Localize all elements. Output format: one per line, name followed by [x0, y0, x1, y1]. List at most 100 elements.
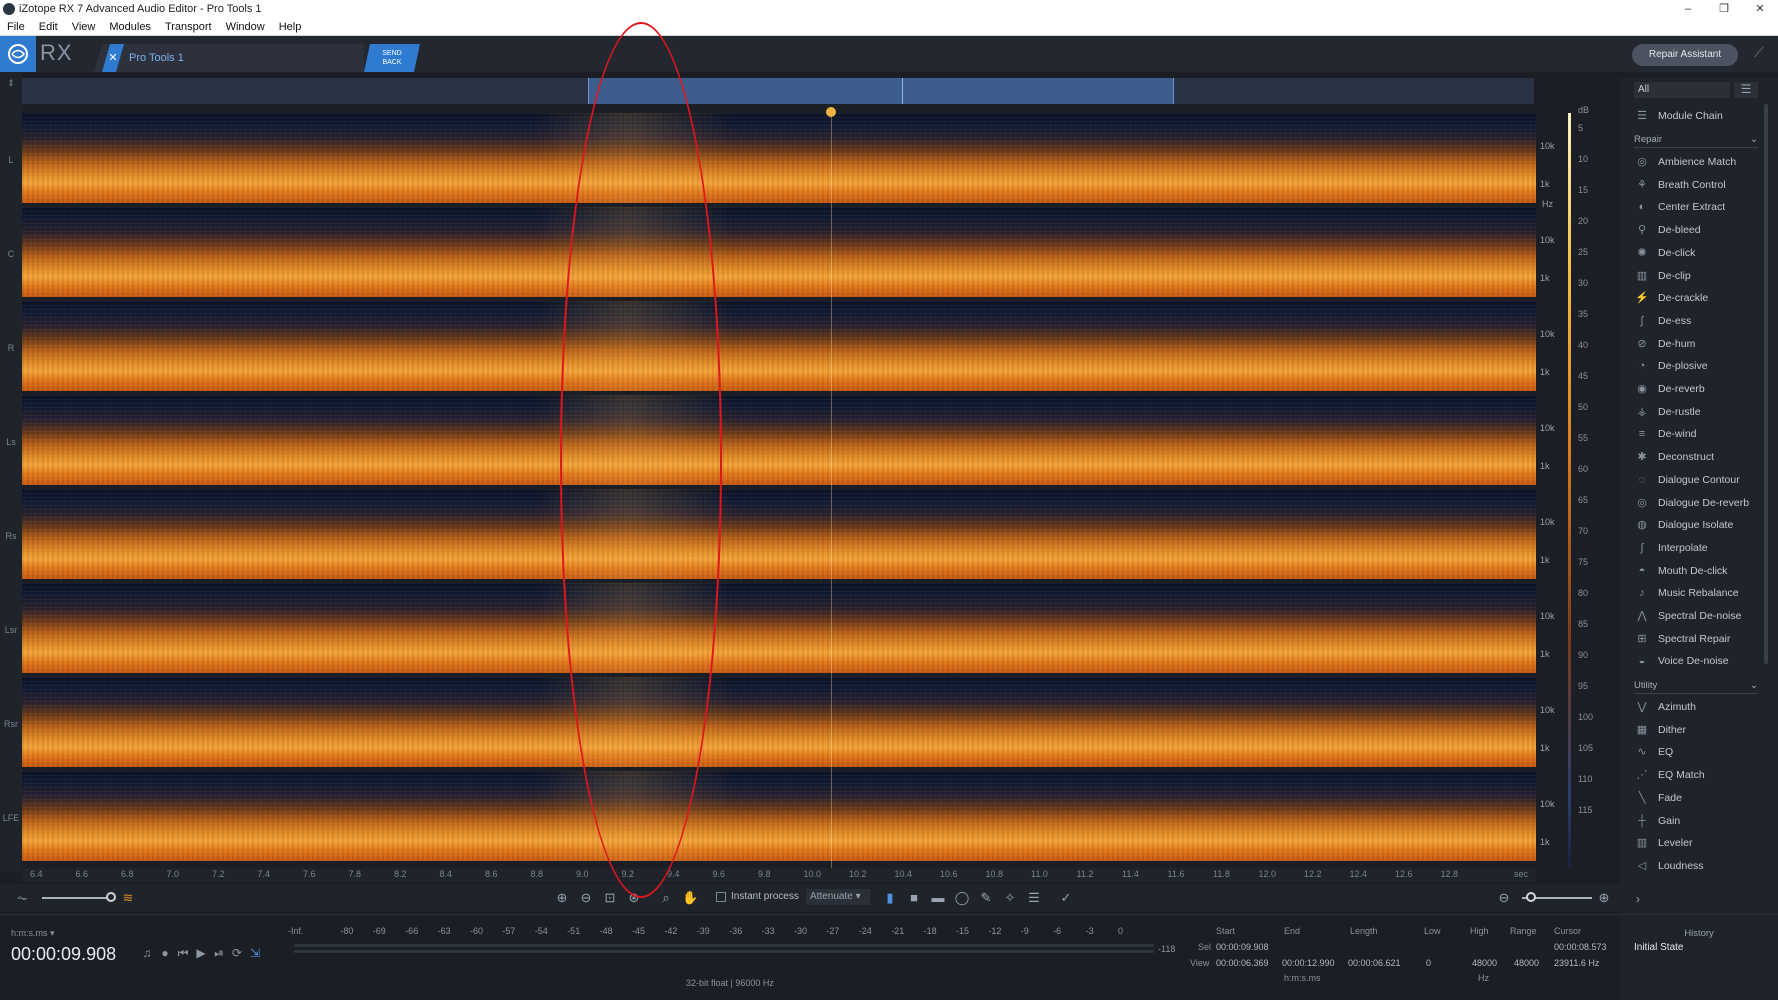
repair-section-header[interactable]: Repair ⌄: [1634, 134, 1758, 148]
time-format-select[interactable]: h:m:s.ms ▾: [11, 928, 55, 939]
channel-label[interactable]: Rs: [0, 531, 22, 541]
menu-edit[interactable]: Edit: [32, 21, 65, 33]
document-tab[interactable]: ✕ Pro Tools 1: [94, 44, 364, 72]
module-de-ess[interactable]: ʃ De-ess: [1634, 311, 1762, 331]
harmonic-tool-icon[interactable]: ☰: [1026, 890, 1042, 906]
time-ruler[interactable]: 6.4 6.6 6.8 7.0 7.2 7.4 7.6 7.8 8.2 8.4 8.6 8.8 9.0 9…: [22, 868, 1536, 882]
module-gain[interactable]: ┼ Gain: [1634, 811, 1762, 831]
rect-selection-tool-icon[interactable]: ■: [906, 890, 922, 906]
module-mouth-de-click[interactable]: ◓ Mouth De-click: [1634, 561, 1762, 581]
module-list-menu-icon[interactable]: ☰: [1734, 82, 1758, 98]
spectrogram-toggle-icon[interactable]: ≋: [120, 890, 136, 906]
channel-band-ls[interactable]: [22, 395, 1536, 485]
module-spectral-repair[interactable]: ⊞ Spectral Repair: [1634, 629, 1762, 649]
amplitude-zoom-knob[interactable]: [106, 892, 116, 902]
repair-assistant-button[interactable]: Repair Assistant: [1632, 44, 1738, 66]
module-loudness[interactable]: ◁ Loudness: [1634, 856, 1762, 876]
channel-label[interactable]: R: [0, 343, 22, 353]
menu-window[interactable]: Window: [219, 21, 272, 33]
module-voice-de-noise[interactable]: ◒ Voice De-noise: [1634, 651, 1762, 671]
record-button[interactable]: ●: [156, 946, 174, 961]
amplitude-zoom-slider[interactable]: [42, 897, 114, 899]
play-selection-button[interactable]: ⏯: [210, 946, 228, 961]
close-button[interactable]: ✕: [1742, 0, 1778, 18]
module-eq[interactable]: ∿ EQ: [1634, 742, 1762, 762]
module-de-click[interactable]: ✺ De-click: [1634, 243, 1762, 263]
maximize-button[interactable]: ❐: [1706, 0, 1742, 18]
channel-label[interactable]: L: [0, 155, 22, 165]
sel-start-field[interactable]: 00:00:09.908: [1216, 942, 1269, 952]
waveform-toggle-icon[interactable]: ⏦: [14, 890, 30, 906]
menu-view[interactable]: View: [65, 21, 103, 33]
module-spectral-de-noise[interactable]: ⋀ Spectral De-noise: [1634, 606, 1762, 626]
module-interpolate[interactable]: ʃ Interpolate: [1634, 538, 1762, 558]
brush-tool-icon[interactable]: ✎: [978, 890, 994, 906]
send-back-button[interactable]: SEND BACK: [364, 44, 420, 72]
time-zoom-out-icon[interactable]: ⊖: [1496, 890, 1512, 906]
link-icon[interactable]: ⟋: [1748, 44, 1770, 66]
channel-band-rsr[interactable]: [22, 677, 1536, 767]
follow-playhead-button[interactable]: ⇲: [246, 946, 264, 961]
module-de-reverb[interactable]: ◉ De-reverb: [1634, 379, 1762, 399]
utility-section-header[interactable]: Utility ⌄: [1634, 680, 1758, 694]
channel-label[interactable]: Lsr: [0, 625, 22, 635]
spectrogram-view[interactable]: 10k 1k 10k 1k 10k 1k 10k 1k 10k 1k 10k 1k 10k 1k 10k 1k…: [22, 113, 1555, 868]
zoom-tool-icon[interactable]: ⌕: [658, 890, 674, 906]
history-item[interactable]: Initial State: [1634, 942, 1683, 953]
collapse-icon[interactable]: ⇕: [0, 78, 22, 89]
instant-process-toggle[interactable]: Instant process: [716, 891, 799, 902]
menu-transport[interactable]: Transport: [158, 21, 219, 33]
module-dither[interactable]: ▦ Dither: [1634, 720, 1762, 740]
module-deconstruct[interactable]: ✱ Deconstruct: [1634, 447, 1762, 467]
module-filter-select[interactable]: All: [1634, 82, 1730, 98]
module-azimuth[interactable]: ⋁ Azimuth: [1634, 697, 1762, 717]
module-music-rebalance[interactable]: ♪ Music Rebalance: [1634, 583, 1762, 603]
channel-label[interactable]: LFE: [0, 813, 22, 823]
view-low-field[interactable]: 0: [1426, 958, 1431, 968]
module-leveler[interactable]: ▥ Leveler: [1634, 833, 1762, 853]
freq-selection-tool-icon[interactable]: ▬: [930, 890, 946, 906]
close-tab-icon[interactable]: ✕: [102, 44, 124, 72]
rewind-button[interactable]: ⏮: [174, 946, 192, 961]
module-ambience-match[interactable]: ◎ Ambience Match: [1634, 152, 1762, 172]
view-range-field[interactable]: 48000: [1514, 958, 1539, 968]
play-button[interactable]: ▶: [192, 946, 210, 961]
time-zoom-knob[interactable]: [1526, 892, 1536, 902]
module-de-hum[interactable]: ⊘ De-hum: [1634, 334, 1762, 354]
module-dialogue-contour[interactable]: ◌ Dialogue Contour: [1634, 470, 1762, 490]
pencil-tool-icon[interactable]: ✓: [1058, 890, 1074, 906]
channel-band-l[interactable]: [22, 113, 1536, 203]
channel-label[interactable]: Rsr: [0, 719, 22, 729]
playhead-handle[interactable]: [826, 107, 836, 117]
module-dialogue-isolate[interactable]: ◍ Dialogue Isolate: [1634, 515, 1762, 535]
zoom-in-icon[interactable]: ⊕: [554, 890, 570, 906]
module-de-clip[interactable]: ▥ De-clip: [1634, 266, 1762, 286]
module-de-bleed[interactable]: ⚲ De-bleed: [1634, 220, 1762, 240]
headphones-icon[interactable]: ♫: [138, 946, 156, 961]
waveform-overview[interactable]: [22, 78, 1534, 104]
channel-band-r[interactable]: [22, 301, 1536, 391]
module-de-rustle[interactable]: ⚶ De-rustle: [1634, 402, 1762, 422]
menu-modules[interactable]: Modules: [102, 21, 158, 33]
module-dialogue-de-reverb[interactable]: ◎ Dialogue De-reverb: [1634, 493, 1762, 513]
module-panel-scrollbar[interactable]: [1764, 104, 1768, 664]
view-start-field[interactable]: 00:00:06.369: [1216, 958, 1269, 968]
zoom-out-icon[interactable]: ⊖: [578, 890, 594, 906]
channel-band-lsr[interactable]: [22, 583, 1536, 673]
channel-band-rs[interactable]: [22, 489, 1536, 579]
minimize-button[interactable]: –: [1670, 0, 1706, 18]
view-length-field[interactable]: 00:00:06.621: [1348, 958, 1401, 968]
time-zoom-in-icon[interactable]: ⊕: [1596, 890, 1612, 906]
lasso-tool-icon[interactable]: ◯: [954, 890, 970, 906]
time-selection-tool-icon[interactable]: ▮: [882, 890, 898, 906]
zoom-selection-icon[interactable]: ⊡: [602, 890, 618, 906]
module-center-extract[interactable]: ◐ Center Extract: [1634, 197, 1762, 217]
module-eq-match[interactable]: ⋰ EQ Match: [1634, 765, 1762, 785]
channel-label[interactable]: Ls: [0, 437, 22, 447]
hand-tool-icon[interactable]: ✋: [682, 890, 698, 906]
module-de-wind[interactable]: ≡ De-wind: [1634, 424, 1762, 444]
loop-button[interactable]: ⟳: [228, 946, 246, 961]
view-end-field[interactable]: 00:00:12.990: [1282, 958, 1335, 968]
instant-mode-select[interactable]: Attenuate ▾: [806, 889, 870, 905]
view-high-field[interactable]: 48000: [1472, 958, 1497, 968]
